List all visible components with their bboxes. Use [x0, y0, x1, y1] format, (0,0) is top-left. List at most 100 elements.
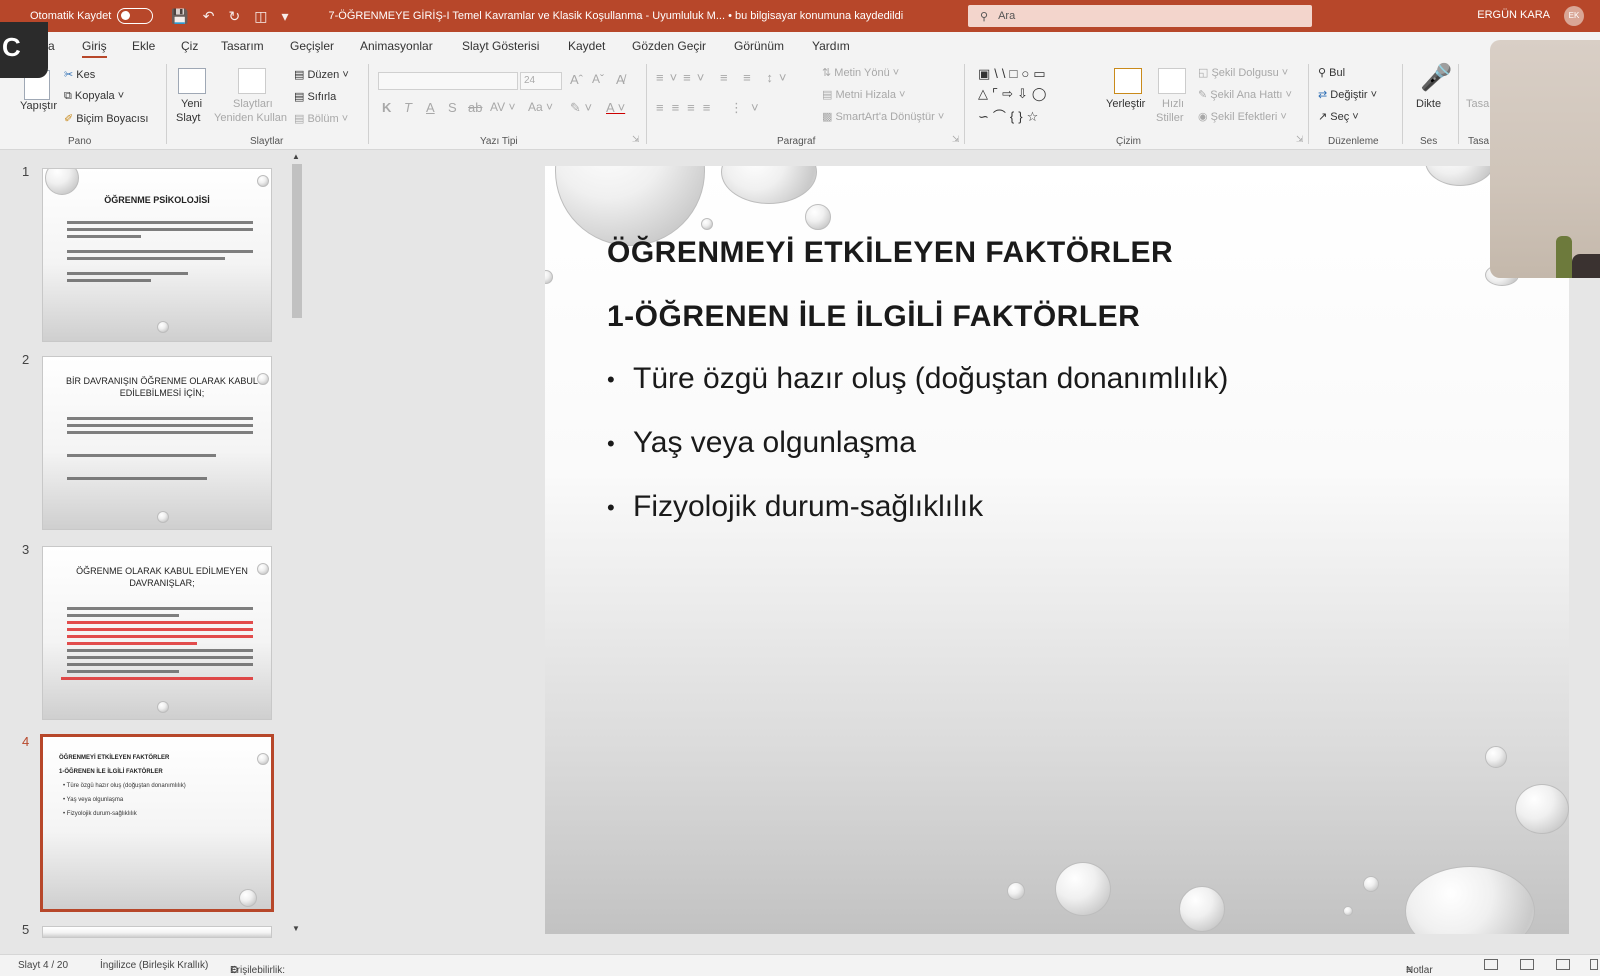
paragraph-dialog-launcher-icon[interactable]: ⇲	[952, 134, 960, 145]
scroll-up-icon[interactable]: ▲	[292, 152, 300, 161]
slide-subtitle[interactable]: 1-ÖĞRENEN İLE İLGİLİ FAKTÖRLER	[607, 300, 1140, 334]
tab-file[interactable]: a	[48, 39, 55, 53]
slide-bullet-list[interactable]: • Türe özgü hazır oluş (doğuştan donanıml…	[607, 362, 1228, 554]
layout-button[interactable]: ▤ Düzen ˅	[294, 68, 349, 81]
search-box[interactable]: ⚲ Ara	[968, 5, 1312, 27]
webcam-object	[1572, 254, 1600, 278]
slide-thumbnails-pane: 1 ÖĞRENME PSİKOLOJİSİ 2 BİR DAVRANIŞIN Ö…	[0, 150, 312, 954]
grow-font-icon[interactable]: Aˆ	[570, 72, 583, 87]
replace-button[interactable]: ⇄ Değiştir ˅	[1318, 88, 1377, 101]
user-name[interactable]: ERGÜN KARA	[1477, 9, 1550, 21]
font-dialog-launcher-icon[interactable]: ⇲	[632, 134, 640, 145]
text-direction-button[interactable]: ⇅ Metin Yönü ˅	[822, 66, 899, 79]
tab-record[interactable]: Kaydet	[568, 39, 605, 53]
slide-thumbnail-3[interactable]: ÖĞRENME OLARAK KABUL EDİLMEYEN DAVRANIŞL…	[42, 546, 272, 720]
section-button[interactable]: ▤ Bölüm ˅	[294, 112, 348, 125]
strikethrough-icon[interactable]: ab	[468, 100, 482, 115]
effects-icon: ◉	[1198, 111, 1208, 123]
shape-outline-button[interactable]: ✎ Şekil Ana Hattı ˅	[1198, 88, 1292, 101]
align-text-button[interactable]: ▤ Metni Hizala ˅	[822, 88, 905, 101]
slide-thumbnail-1[interactable]: ÖĞRENME PSİKOLOJİSİ	[42, 168, 272, 342]
paste-button[interactable]: Yapıştır	[20, 100, 57, 112]
customize-qat-icon[interactable]: ▾	[281, 8, 288, 25]
slideshow-view-icon[interactable]	[1590, 959, 1598, 970]
normal-view-icon[interactable]	[1484, 959, 1498, 970]
tab-transitions[interactable]: Geçişler	[290, 39, 334, 53]
save-icon[interactable]: 💾	[171, 8, 188, 25]
new-slide-label-1[interactable]: Yeni	[181, 98, 202, 110]
char-spacing-icon[interactable]: AV ˅	[490, 100, 515, 114]
water-drop	[257, 175, 269, 187]
tab-insert[interactable]: Ekle	[132, 39, 155, 53]
slide-canvas[interactable]: ÖĞRENMEYİ ETKİLEYEN FAKTÖRLER 1-ÖĞRENEN …	[545, 166, 1569, 934]
tab-review[interactable]: Gözden Geçir	[632, 39, 706, 53]
smartart-button[interactable]: ▩ SmartArt'a Dönüştür ˅	[822, 110, 944, 123]
new-slide-label-2[interactable]: Slayt	[176, 112, 200, 124]
present-icon[interactable]: ◫	[254, 8, 267, 25]
shape-fill-button[interactable]: ◱ Şekil Dolgusu ˅	[1198, 66, 1288, 79]
scroll-down-icon[interactable]: ▼	[292, 924, 300, 933]
underline-button[interactable]: A	[426, 100, 435, 115]
autosave[interactable]: Otomatik Kaydet	[30, 8, 154, 24]
new-slide-icon[interactable]	[178, 68, 206, 94]
search-icon: ⚲	[980, 10, 989, 23]
italic-button[interactable]: T	[404, 100, 412, 115]
cut-button[interactable]: ✂ Kes	[64, 68, 95, 81]
select-button[interactable]: ↗ Seç ˅	[1318, 110, 1359, 123]
reuse-slides-label-2: Yeniden Kullan	[214, 112, 287, 124]
smartart-icon: ▩	[822, 111, 833, 123]
drawing-dialog-launcher-icon[interactable]: ⇲	[1296, 134, 1304, 145]
arrange-icon[interactable]	[1114, 68, 1142, 94]
slide-counter[interactable]: Slayt 4 / 20	[18, 960, 68, 971]
font-size-field[interactable]: 24	[520, 72, 562, 90]
microphone-icon[interactable]: 🎤	[1420, 62, 1452, 93]
search-placeholder: Ara	[998, 10, 1016, 22]
thumb-body-text	[61, 607, 253, 684]
bold-button[interactable]: K	[382, 100, 391, 115]
dictate-button[interactable]: Dikte	[1416, 98, 1441, 110]
designer-button[interactable]: Tasa	[1466, 98, 1489, 110]
tab-design[interactable]: Tasarım	[221, 39, 264, 53]
highlight-icon[interactable]: ✎ ˅	[570, 100, 592, 116]
tab-slideshow[interactable]: Slayt Gösterisi	[462, 39, 539, 53]
avatar[interactable]: EK	[1564, 6, 1584, 26]
font-name-field[interactable]	[378, 72, 518, 90]
change-case-icon[interactable]: Aa ˅	[528, 100, 553, 114]
language-indicator[interactable]: İngilizce (Birleşik Krallık)	[100, 960, 208, 971]
align-buttons-icon[interactable]: ≡≡≡≡ ⋮˅	[656, 100, 767, 116]
find-button[interactable]: ⚲ Bul	[1318, 66, 1345, 79]
thumbnail-scrollbar[interactable]: ▲ ▼	[290, 150, 304, 936]
divider	[368, 64, 369, 144]
redo-icon[interactable]: ↻	[229, 8, 241, 25]
autosave-toggle[interactable]	[117, 8, 154, 24]
format-painter-button[interactable]: ✐ Biçim Boyacısı	[64, 112, 148, 125]
tab-animations[interactable]: Animasyonlar	[360, 39, 433, 53]
copy-button[interactable]: ⧉ Kopyala ˅	[64, 90, 124, 103]
reset-button[interactable]: ▤ Sıfırla	[294, 90, 336, 103]
water-drop	[701, 218, 713, 230]
shadow-button[interactable]: S	[448, 100, 457, 115]
slide-title[interactable]: ÖĞRENMEYİ ETKİLEYEN FAKTÖRLER	[607, 236, 1173, 270]
document-title[interactable]: 7-ÖĞRENMEYE GİRİŞ-I Temel Kavramlar ve K…	[329, 10, 904, 22]
scrollbar-thumb[interactable]	[292, 164, 302, 318]
shape-effects-button[interactable]: ◉ Şekil Efektleri ˅	[1198, 110, 1287, 123]
thumb-bullet-text: Yaş veya olgunlaşma	[66, 797, 124, 803]
shapes-gallery[interactable]: ▣\\□○▭ △⌜⇨⇩◯ ∽⌒{}☆	[974, 64, 1100, 126]
cut-label: Kes	[76, 69, 96, 81]
slide-sorter-icon[interactable]	[1520, 959, 1534, 970]
reading-view-icon[interactable]	[1556, 959, 1570, 970]
clear-format-icon[interactable]: A̸	[616, 72, 625, 87]
list-buttons-icon[interactable]: ≡˅≡˅ ≡ ≡ ↕˅	[656, 70, 792, 85]
tab-draw[interactable]: Çiz	[181, 39, 198, 53]
tab-help[interactable]: Yardım	[812, 39, 850, 53]
undo-icon[interactable]: ↶	[203, 8, 215, 25]
format-painter-label: Biçim Boyacısı	[76, 113, 149, 125]
slide-thumbnail-5[interactable]	[42, 926, 272, 938]
slide-thumbnail-2[interactable]: BİR DAVRANIŞIN ÖĞRENME OLARAK KABUL EDİL…	[42, 356, 272, 530]
shrink-font-icon[interactable]: Aˇ	[592, 72, 604, 86]
slide-thumbnail-4[interactable]: ÖĞRENMEYİ ETKİLEYEN FAKTÖRLER 1-ÖĞRENEN …	[40, 734, 274, 912]
tab-view[interactable]: Görünüm	[734, 39, 784, 53]
font-color-icon[interactable]: A ˅	[606, 100, 625, 115]
tab-home[interactable]: Giriş	[82, 39, 107, 58]
arrange-button[interactable]: Yerleştir	[1106, 98, 1145, 110]
